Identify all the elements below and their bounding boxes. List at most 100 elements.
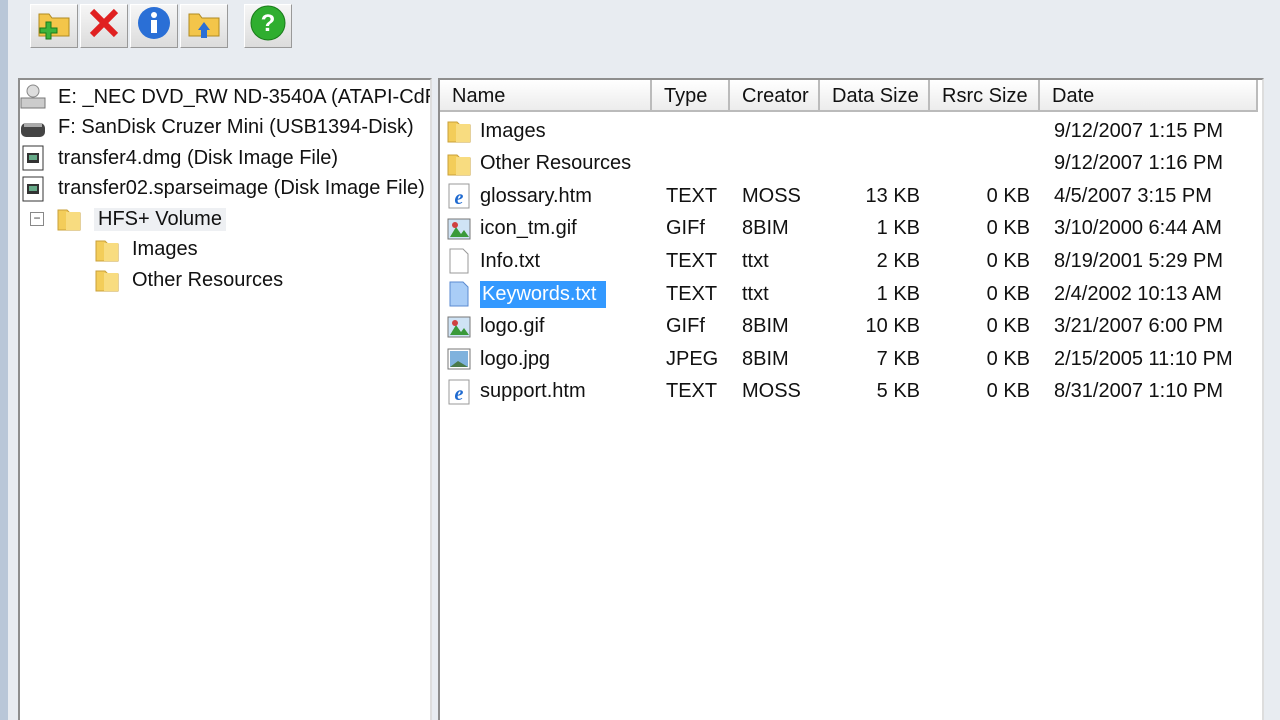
file-type: TEXT [666, 249, 718, 272]
file-rsrc-size: 0 KB [986, 249, 1030, 272]
file-name: Other Resources [480, 152, 632, 175]
file-name: Info.txt [480, 249, 541, 272]
tree-node[interactable]: transfer4.dmg (Disk Image File) [20, 143, 338, 173]
file-creator: MOSS [742, 380, 801, 403]
file-creator: MOSS [742, 184, 801, 207]
file-name: icon_tm.gif [480, 217, 577, 240]
file-list[interactable]: Name Type Creator Data Size Rsrc Size Date Im… [438, 78, 1264, 720]
file-row[interactable]: Info.txt TEXT ttxt 2 KB 0 KB 8/19/2001 5:29 P… [440, 245, 1258, 277]
red-x-icon [87, 6, 121, 46]
file-row[interactable]: icon_tm.gif GIFf 8BIM 1 KB 0 KB 3/10/2000 6:4… [440, 213, 1258, 245]
file-date: 9/12/2007 1:16 PM [1054, 152, 1224, 175]
file-name: support.htm [480, 380, 586, 403]
file-date: 9/12/2007 1:15 PM [1054, 119, 1224, 142]
folder-up-icon [186, 6, 222, 46]
svg-text:e: e [455, 383, 464, 405]
file-row[interactable]: logo.gif GIFf 8BIM 10 KB 0 KB 3/21/2007 6:00 … [440, 311, 1258, 343]
svg-text:?: ? [261, 10, 276, 37]
folder-icon [94, 267, 120, 293]
file-row[interactable]: logo.jpg JPEG 8BIM 7 KB 0 KB 2/15/2005 11:10 … [440, 343, 1258, 375]
ie-file-icon: e [446, 379, 472, 405]
file-date: 2/4/2002 10:13 AM [1054, 282, 1222, 305]
tree-node[interactable]: F: SanDisk Cruzer Mini (USB1394-Disk) [20, 113, 414, 143]
file-date: 3/21/2007 6:00 PM [1054, 315, 1224, 338]
file-type: TEXT [666, 282, 718, 305]
tree-node[interactable]: HFS+ Volume [56, 204, 226, 234]
file-rsrc-size: 0 KB [986, 217, 1030, 240]
tree-node[interactable]: E: _NEC DVD_RW ND-3540A (ATAPI-CdRom) [20, 82, 430, 112]
tree-node-label: E: _NEC DVD_RW ND-3540A (ATAPI-CdRom) [58, 85, 430, 108]
file-creator: ttxt [742, 282, 769, 305]
tree-node-label: transfer02.sparseimage (Disk Image File) [58, 177, 425, 199]
file-row[interactable]: Keywords.txt TEXT ttxt 1 KB 0 KB 2/4/2002 10:… [440, 278, 1258, 310]
disk-image-icon [20, 176, 46, 202]
file-row[interactable]: e glossary.htm TEXT MOSS 13 KB 0 KB 4/5/2007 3… [440, 180, 1258, 212]
usb-drive-icon [20, 115, 46, 141]
file-rsrc-size: 0 KB [986, 347, 1030, 370]
tree-node[interactable]: transfer02.sparseimage (Disk Image File) [20, 174, 425, 204]
file-name: glossary.htm [480, 184, 592, 207]
text-selected-file-icon [446, 281, 472, 307]
column-header-rsrc-size[interactable]: Rsrc Size [930, 80, 1040, 110]
file-rsrc-size: 0 KB [986, 315, 1030, 338]
dvd-drive-icon [20, 84, 46, 110]
file-type: JPEG [666, 347, 719, 370]
column-header-name[interactable]: Name [440, 80, 652, 110]
file-data-size: 7 KB [876, 347, 920, 370]
file-rsrc-size: 0 KB [986, 380, 1030, 403]
window-edge [0, 0, 8, 720]
tree-node[interactable]: Other Resources [94, 265, 283, 295]
collapse-toggle[interactable]: − [30, 212, 44, 226]
file-date: 3/10/2000 6:44 AM [1054, 217, 1222, 240]
file-type: TEXT [666, 184, 718, 207]
tree-node-label: F: SanDisk Cruzer Mini (USB1394-Disk) [58, 116, 414, 138]
file-creator: 8BIM [742, 315, 789, 338]
toolbar: ? [30, 4, 292, 48]
file-data-size: 1 KB [876, 217, 920, 240]
image-file-icon [446, 216, 472, 242]
column-header-type[interactable]: Type [652, 80, 730, 110]
column-header-data-size[interactable]: Data Size [820, 80, 930, 110]
disk-image-icon [20, 145, 46, 171]
tree-node-label: Other Resources [132, 268, 284, 291]
help-button[interactable]: ? [244, 4, 292, 48]
help-icon: ? [249, 4, 287, 48]
column-header: Name Type Creator Data Size Rsrc Size Date [440, 80, 1258, 112]
folder-icon [94, 237, 120, 263]
file-data-size: 13 KB [865, 184, 920, 207]
tree-node[interactable]: Images [94, 235, 198, 265]
folder-icon [56, 206, 82, 232]
tree-node-label: Images [132, 238, 198, 260]
folder-add-icon [36, 6, 72, 46]
text-file-icon [446, 248, 472, 274]
tree-node-label: HFS+ Volume [94, 207, 226, 231]
volume-tree[interactable]: E: _NEC DVD_RW ND-3540A (ATAPI-CdRom) F: … [18, 78, 432, 720]
new-folder-button[interactable] [30, 4, 78, 48]
file-data-size: 10 KB [865, 315, 920, 338]
file-data-size: 5 KB [876, 380, 920, 403]
file-creator: 8BIM [742, 347, 789, 370]
file-name: Images [480, 119, 546, 142]
ie-file-icon: e [446, 183, 472, 209]
file-type: GIFf [666, 217, 705, 240]
file-creator: 8BIM [742, 217, 789, 240]
file-rsrc-size: 0 KB [986, 184, 1030, 207]
file-date: 8/31/2007 1:10 PM [1054, 380, 1224, 403]
folder-file-icon [446, 151, 472, 177]
extract-button[interactable] [180, 4, 228, 48]
file-data-size: 2 KB [876, 249, 920, 272]
jpeg-file-icon [446, 346, 472, 372]
info-button[interactable] [130, 4, 178, 48]
file-name: logo.gif [480, 315, 545, 338]
file-row[interactable]: Images 9/12/2007 1:15 PM [440, 115, 1258, 147]
file-type: TEXT [666, 380, 718, 403]
column-header-date[interactable]: Date [1040, 80, 1258, 110]
file-row[interactable]: e support.htm TEXT MOSS 5 KB 0 KB 8/31/2007 1:… [440, 376, 1258, 408]
column-header-creator[interactable]: Creator [730, 80, 820, 110]
file-date: 8/19/2001 5:29 PM [1054, 249, 1224, 272]
folder-file-icon [446, 118, 472, 144]
file-data-size: 1 KB [876, 282, 920, 305]
delete-button[interactable] [80, 4, 128, 48]
file-row[interactable]: Other Resources 9/12/2007 1:16 PM [440, 148, 1258, 180]
file-creator: ttxt [742, 249, 769, 272]
